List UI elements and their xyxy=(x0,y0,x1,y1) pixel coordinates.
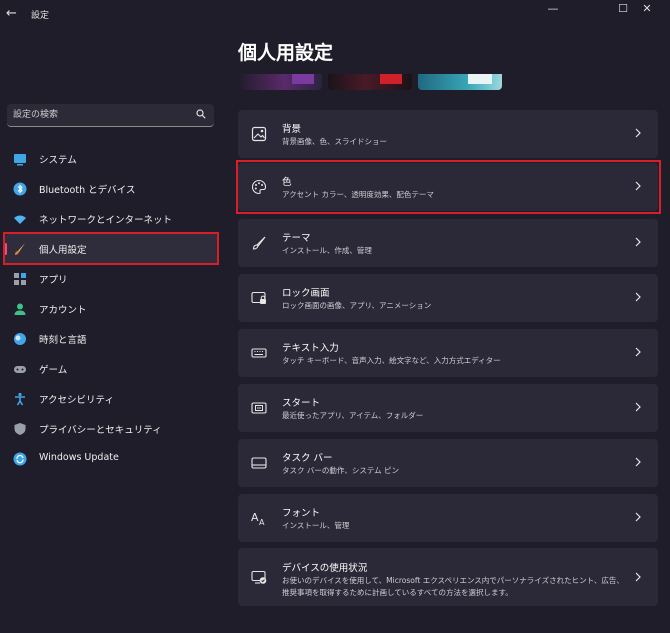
time-language-icon xyxy=(14,333,26,345)
card-themes[interactable]: テーマ インストール、作成、管理 xyxy=(238,219,658,267)
card-subtitle: タッチ キーボード、音声入力、絵文字など、入力方式エディター xyxy=(282,356,501,365)
minimize-button[interactable]: — xyxy=(530,0,576,22)
card-start[interactable]: スタート 最近使ったアプリ、アイテム、フォルダー xyxy=(238,384,658,432)
system-icon xyxy=(14,154,26,166)
card-subtitle: 最近使ったアプリ、アイテム、フォルダー xyxy=(282,411,424,420)
network-icon xyxy=(14,215,26,224)
brush-icon xyxy=(252,236,266,250)
highlight-box xyxy=(3,232,219,265)
sidebar-item-gaming[interactable]: ゲーム xyxy=(4,354,218,384)
card-subtitle: インストール、作成、管理 xyxy=(282,246,372,255)
sidebar-item-label: アクセシビリティ xyxy=(39,395,114,406)
accessibility-icon xyxy=(15,392,25,406)
card-title: タスク バー xyxy=(282,453,333,464)
chevron-right-icon xyxy=(635,402,641,412)
card-title: デバイスの使用状況 xyxy=(282,563,368,574)
page-title: 個人用設定 xyxy=(238,42,334,64)
sidebar-item-label: ゲーム xyxy=(39,365,68,376)
card-text-input[interactable]: テキスト入力 タッチ キーボード、音声入力、絵文字など、入力方式エディター xyxy=(238,329,658,377)
chevron-right-icon xyxy=(635,512,641,522)
theme-preview-2[interactable] xyxy=(328,74,412,90)
search-icon[interactable] xyxy=(196,109,206,119)
shield-icon xyxy=(14,423,26,435)
lock-screen-icon xyxy=(251,291,266,304)
sidebar-item-windows-update[interactable]: Windows Update xyxy=(4,444,218,474)
sidebar-item-accounts[interactable]: アカウント xyxy=(4,294,218,324)
card-lock-screen[interactable]: ロック画面 ロック画面の画像、アプリ、アニメーション xyxy=(238,274,658,322)
sidebar-item-network[interactable]: ネットワークとインターネット xyxy=(4,204,218,234)
card-title: フォント xyxy=(282,508,321,519)
sidebar-item-accessibility[interactable]: アクセシビリティ xyxy=(4,384,218,414)
card-fonts[interactable]: A A フォント インストール、管理 xyxy=(238,494,658,542)
chevron-right-icon xyxy=(635,292,641,302)
start-icon xyxy=(251,402,267,414)
highlight-box xyxy=(236,160,661,214)
sidebar-item-label: プライバシーとセキュリティ xyxy=(39,425,162,436)
card-subtitle: 背景画像、色、スライドショー xyxy=(282,137,387,146)
chevron-right-icon xyxy=(635,237,641,247)
sidebar-item-label: ネットワークとインターネット xyxy=(39,215,173,226)
sidebar-item-label: 時刻と言語 xyxy=(39,335,87,346)
close-button[interactable]: ✕ xyxy=(624,0,670,22)
card-subtitle: タスク バーの動作、システム ピン xyxy=(282,466,400,475)
account-icon xyxy=(14,303,26,315)
card-taskbar[interactable]: タスク バー タスク バーの動作、システム ピン xyxy=(238,439,658,487)
card-title: ロック画面 xyxy=(282,288,330,299)
card-subtitle: お使いのデバイスを使用して、Microsoft エクスペリエンス内でパーソナライ… xyxy=(282,576,624,597)
background-image-icon xyxy=(251,126,267,142)
card-title: テキスト入力 xyxy=(282,343,339,354)
apps-icon xyxy=(14,273,26,285)
sidebar-item-bluetooth[interactable]: Bluetooth とデバイス xyxy=(4,174,218,204)
app-title: 設定 xyxy=(31,11,50,21)
sidebar-item-time-language[interactable]: 時刻と言語 xyxy=(4,324,218,354)
chevron-right-icon xyxy=(635,572,641,582)
svg-text:A: A xyxy=(251,511,259,524)
sidebar-item-label: アカウント xyxy=(39,305,87,316)
title-bar: ← 設定 — ☐ ✕ xyxy=(0,0,670,30)
sidebar-item-label: Bluetooth とデバイス xyxy=(39,185,136,196)
device-usage-icon xyxy=(251,570,267,584)
card-title: スタート xyxy=(282,398,321,409)
card-background[interactable]: 背景 背景画像、色、スライドショー xyxy=(238,110,658,158)
font-icon: A A xyxy=(251,511,265,526)
taskbar-icon xyxy=(251,457,267,469)
card-title: 背景 xyxy=(282,124,302,135)
sidebar-item-system[interactable]: システム xyxy=(4,144,218,174)
chevron-right-icon xyxy=(635,457,641,467)
windows-update-icon xyxy=(13,452,27,466)
gaming-icon xyxy=(14,366,26,373)
card-device-usage[interactable]: デバイスの使用状況 お使いのデバイスを使用して、Microsoft エクスペリエ… xyxy=(238,548,658,606)
search-input[interactable] xyxy=(13,107,183,123)
sidebar-item-label: Windows Update xyxy=(39,452,119,463)
keyboard-icon xyxy=(251,348,267,358)
sidebar-item-apps[interactable]: アプリ xyxy=(4,264,218,294)
chevron-right-icon xyxy=(635,347,641,357)
sidebar-item-label: システム xyxy=(39,155,77,166)
card-subtitle: ロック画面の画像、アプリ、アニメーション xyxy=(282,301,432,310)
theme-preview-1[interactable] xyxy=(238,74,322,90)
svg-text:A: A xyxy=(259,518,265,526)
back-arrow-icon[interactable]: ← xyxy=(6,6,20,22)
sidebar-item-label: アプリ xyxy=(39,275,68,286)
search-box[interactable] xyxy=(7,104,214,127)
chevron-right-icon xyxy=(635,128,641,138)
card-title: テーマ xyxy=(282,233,311,244)
bluetooth-icon xyxy=(13,182,27,196)
card-subtitle: インストール、管理 xyxy=(282,521,350,530)
sidebar-item-privacy[interactable]: プライバシーとセキュリティ xyxy=(4,414,218,444)
theme-preview-3[interactable] xyxy=(418,74,502,90)
